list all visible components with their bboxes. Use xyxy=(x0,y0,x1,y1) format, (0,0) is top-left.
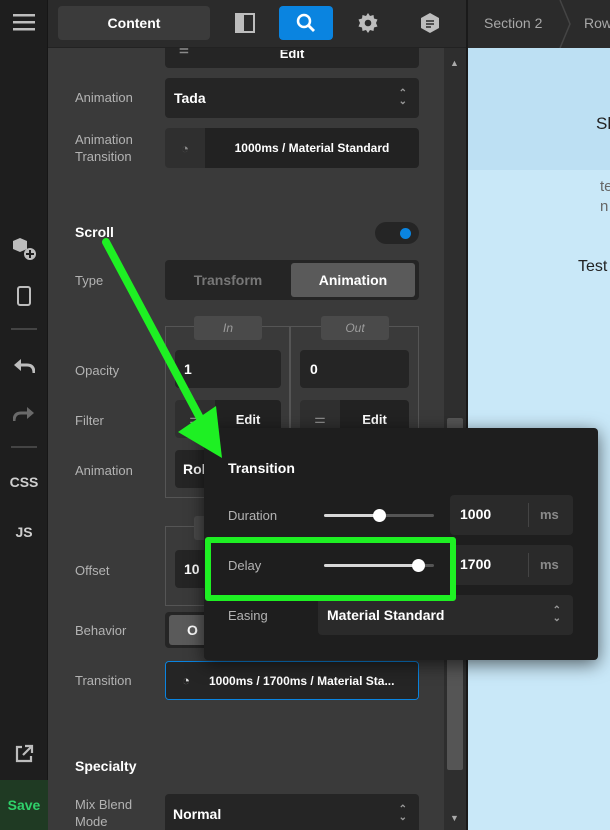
chevron-updown-icon: ⌃ ⌄ xyxy=(552,605,561,624)
popover-title: Transition xyxy=(228,460,295,476)
mix-blend-label: Mix Blend Mode xyxy=(75,797,133,829)
offset-label: Offset xyxy=(75,563,110,578)
filter-edit-label: Edit xyxy=(279,50,305,58)
animation-transition-value: 1000ms / Material Standard xyxy=(205,128,419,168)
animation-value: Tada xyxy=(174,90,206,106)
toggle-knob xyxy=(400,228,411,239)
chevron-updown-icon: ⌃ ⌄ xyxy=(398,88,407,107)
menu-icon[interactable] xyxy=(0,2,48,42)
out-tag: Out xyxy=(321,316,389,340)
gear-icon[interactable] xyxy=(341,6,395,40)
template-icon[interactable] xyxy=(403,6,457,40)
specialty-heading: Specialty xyxy=(75,758,137,774)
opacity-in-value: 1 xyxy=(184,361,192,377)
clock-icon: ◔ xyxy=(165,128,205,168)
duration-slider[interactable] xyxy=(324,509,434,522)
mobile-preview-icon[interactable] xyxy=(0,276,48,316)
mix-blend-value: Normal xyxy=(173,806,222,822)
breadcrumb: Section 2 Row xyxy=(466,0,610,48)
easing-select[interactable]: Material Standard ⌃ ⌄ xyxy=(318,595,573,635)
scroll-toggle[interactable] xyxy=(375,222,419,244)
transition-label: Transition xyxy=(75,673,132,688)
canvas-heading-partial[interactable]: Sh xyxy=(596,114,610,134)
mix-blend-select[interactable]: Normal ⌃ ⌄ xyxy=(165,794,419,830)
filter-label: Filter xyxy=(75,413,104,428)
rail-divider xyxy=(11,328,37,330)
easing-value: Material Standard xyxy=(327,607,445,623)
breadcrumb-chevron-icon xyxy=(559,0,571,48)
transition-field[interactable]: ◔ 1000ms / 1700ms / Material Sta... xyxy=(165,661,419,700)
left-rail: CSS JS Save xyxy=(0,0,48,830)
clock-icon: ◔ xyxy=(166,662,206,699)
easing-label: Easing xyxy=(228,608,268,623)
delay-unit: ms xyxy=(540,557,559,572)
add-component-icon[interactable] xyxy=(0,228,48,268)
delay-value: 1700 xyxy=(460,556,492,572)
opacity-label: Opacity xyxy=(75,363,120,378)
opacity-in-input[interactable]: 1 xyxy=(175,350,281,388)
divider xyxy=(528,553,529,577)
animation-select[interactable]: Tada ⌃ ⌄ xyxy=(165,78,419,118)
type-option-animation[interactable]: Animation xyxy=(291,263,415,297)
tab-content[interactable]: Content xyxy=(58,6,210,40)
canvas-section-top xyxy=(468,48,610,170)
delay-highlight-box xyxy=(205,537,456,601)
duration-slider-fill xyxy=(324,514,379,517)
rail-divider xyxy=(11,446,37,448)
undo-icon[interactable] xyxy=(0,346,48,386)
duration-input[interactable]: 1000 ms xyxy=(450,495,573,535)
animation-transition-label: Animation Transition xyxy=(75,132,133,164)
search-icon[interactable] xyxy=(279,6,333,40)
css-button[interactable]: CSS xyxy=(0,462,48,502)
js-button[interactable]: JS xyxy=(0,512,48,552)
canvas-text-partial[interactable]: n xyxy=(600,198,608,215)
save-button[interactable]: Save xyxy=(0,780,48,830)
behavior-label: Behavior xyxy=(75,623,127,638)
external-link-icon[interactable] xyxy=(0,734,48,774)
breadcrumb-row[interactable]: Row xyxy=(584,15,610,31)
chevron-updown-icon: ⌃ ⌄ xyxy=(398,804,407,823)
duration-value: 1000 xyxy=(460,506,492,522)
delay-input[interactable]: 1700 ms xyxy=(450,545,573,585)
type-option-transform[interactable]: Transform xyxy=(165,260,291,300)
canvas-text-partial[interactable]: te xyxy=(600,178,610,195)
scroll-animation-label: Animation xyxy=(75,463,133,478)
in-tag: In xyxy=(194,316,262,340)
scroll-animation-in-value: Rol xyxy=(183,461,206,477)
scroll-heading: Scroll xyxy=(75,224,114,240)
opacity-out-input[interactable]: 0 xyxy=(300,350,409,388)
scroll-up-icon[interactable]: ▲ xyxy=(450,58,459,68)
type-label: Type xyxy=(75,273,104,288)
top-toolbar: Content xyxy=(48,0,466,48)
duration-unit: ms xyxy=(540,507,559,522)
canvas-test-text[interactable]: Test xyxy=(578,258,607,276)
filter-field-partial[interactable]: ⚌ Edit xyxy=(165,48,419,68)
layout-icon[interactable] xyxy=(218,6,272,40)
duration-label: Duration xyxy=(228,508,278,523)
type-segmented-control: Transform Animation xyxy=(165,260,419,300)
transition-value: 1000ms / 1700ms / Material Sta... xyxy=(206,662,418,699)
breadcrumb-section[interactable]: Section 2 xyxy=(484,15,542,31)
opacity-out-value: 0 xyxy=(310,361,318,377)
offset-in-value: 10 xyxy=(184,561,200,577)
divider xyxy=(528,503,529,527)
animation-transition-field[interactable]: ◔ 1000ms / Material Standard xyxy=(165,128,419,168)
animation-label: Animation xyxy=(75,90,133,105)
redo-icon[interactable] xyxy=(0,394,48,434)
duration-slider-handle[interactable] xyxy=(373,509,386,522)
scroll-down-icon[interactable]: ▼ xyxy=(450,813,459,823)
